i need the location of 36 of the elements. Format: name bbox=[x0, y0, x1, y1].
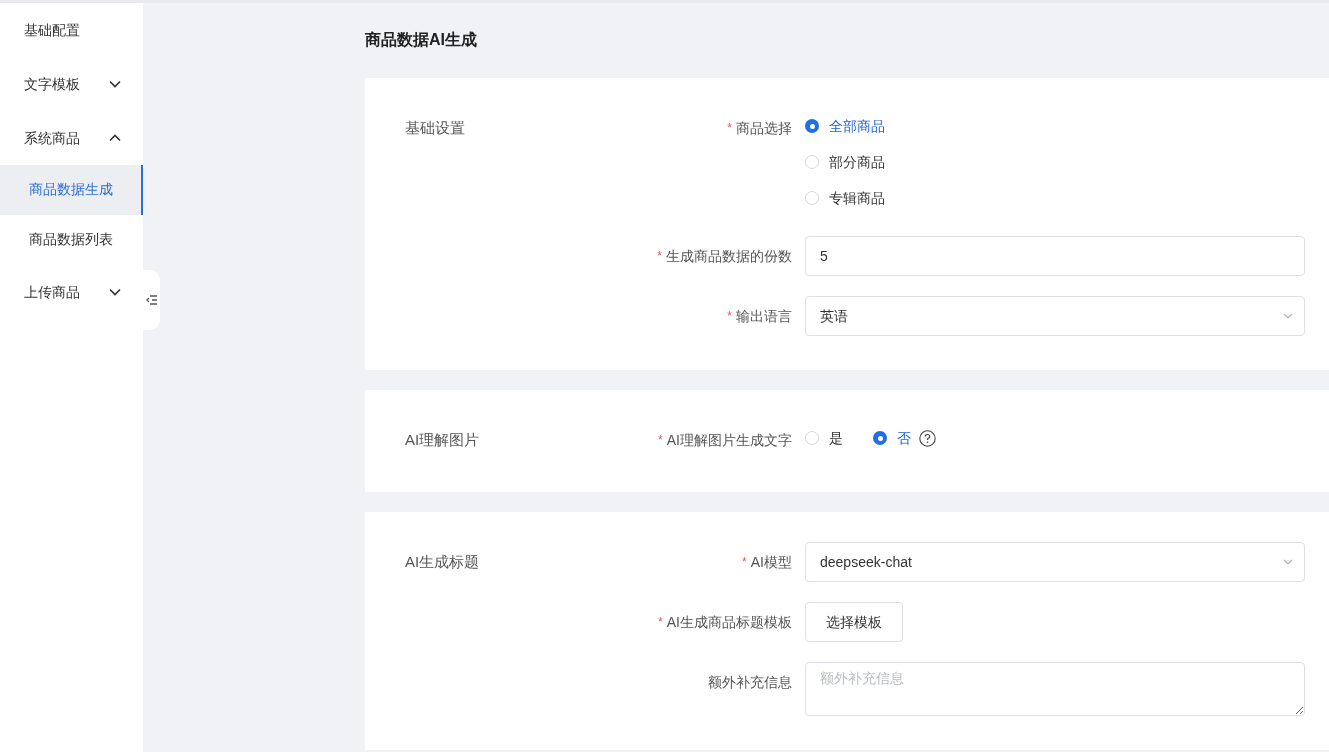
sidebar-item[interactable]: 商品数据生成 bbox=[0, 165, 143, 215]
collapse-handle[interactable] bbox=[143, 270, 160, 330]
radio-option[interactable]: 是 bbox=[805, 420, 843, 456]
field-label: 商品选择 bbox=[736, 118, 792, 138]
select-field[interactable]: deepseek-chat bbox=[805, 542, 1305, 582]
radio-option[interactable]: 否 bbox=[873, 420, 911, 456]
field-label: AI模型 bbox=[750, 552, 792, 572]
required-mark: * bbox=[727, 308, 732, 325]
required-mark: * bbox=[657, 248, 662, 265]
page-title: 商品数据AI生成 bbox=[365, 29, 478, 50]
field-label: AI理解图片生成文字 bbox=[666, 430, 792, 450]
field-label: 输出语言 bbox=[736, 306, 792, 326]
select-field[interactable]: 英语 bbox=[805, 296, 1305, 336]
sidebar-group[interactable]: 文字模板 bbox=[0, 57, 143, 111]
section-title: 基础设置 bbox=[405, 117, 466, 138]
required-mark: * bbox=[658, 614, 663, 631]
collapse-icon bbox=[145, 295, 158, 305]
radio-option[interactable]: 全部商品 bbox=[805, 108, 1305, 144]
select-template-button[interactable]: 选择模板 bbox=[805, 602, 903, 642]
sidebar-item[interactable]: 基础配置 bbox=[0, 3, 143, 57]
radio-option[interactable]: 部分商品 bbox=[805, 144, 1305, 180]
textarea-field[interactable]: 额外补充信息 bbox=[805, 662, 1305, 716]
required-mark: * bbox=[742, 554, 747, 571]
section-title: AI生成标题 bbox=[405, 551, 481, 572]
sidebar-item[interactable]: 商品数据列表 bbox=[0, 215, 143, 265]
field-label: 额外补充信息 bbox=[708, 672, 792, 692]
input-field[interactable]: 5 bbox=[805, 236, 1305, 276]
radio-option[interactable]: 专辑商品 bbox=[805, 180, 1305, 216]
section-title: AI理解图片 bbox=[405, 429, 481, 450]
required-mark: * bbox=[727, 120, 732, 137]
field-label: AI生成商品标题模板 bbox=[666, 612, 792, 632]
sidebar-group[interactable]: 系统商品 bbox=[0, 111, 143, 165]
sidebar-group[interactable]: 上传商品 bbox=[0, 265, 143, 319]
help-icon[interactable] bbox=[919, 429, 936, 447]
field-label: 生成商品数据的份数 bbox=[666, 246, 792, 266]
required-mark: * bbox=[658, 432, 663, 449]
